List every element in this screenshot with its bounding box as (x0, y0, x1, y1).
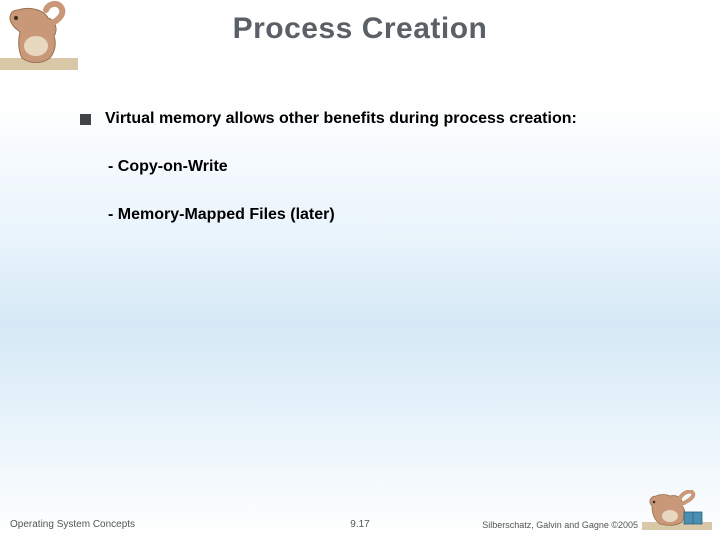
dino-eye-small (653, 501, 656, 504)
bullet-text: Virtual memory allows other benefits dur… (105, 110, 577, 128)
dino-tail-small (680, 491, 693, 504)
footer: Operating System Concepts 9.17 Silbersch… (0, 512, 720, 530)
slide-title: Process Creation (0, 12, 720, 46)
bullet-row: Virtual memory allows other benefits dur… (80, 110, 660, 128)
footer-right: Silberschatz, Galvin and Gagne ©2005 (482, 520, 638, 530)
slide: Process Creation Virtual memory allows o… (0, 0, 720, 540)
sub-item-1: - Copy-on-Write (108, 158, 660, 176)
dino-belly-small (662, 510, 678, 522)
slide-content: Virtual memory allows other benefits dur… (80, 110, 660, 254)
sub-item-2: - Memory-Mapped Files (later) (108, 206, 660, 224)
dinosaur-logo-bottom (642, 490, 712, 530)
bullet-square-icon (80, 114, 91, 125)
